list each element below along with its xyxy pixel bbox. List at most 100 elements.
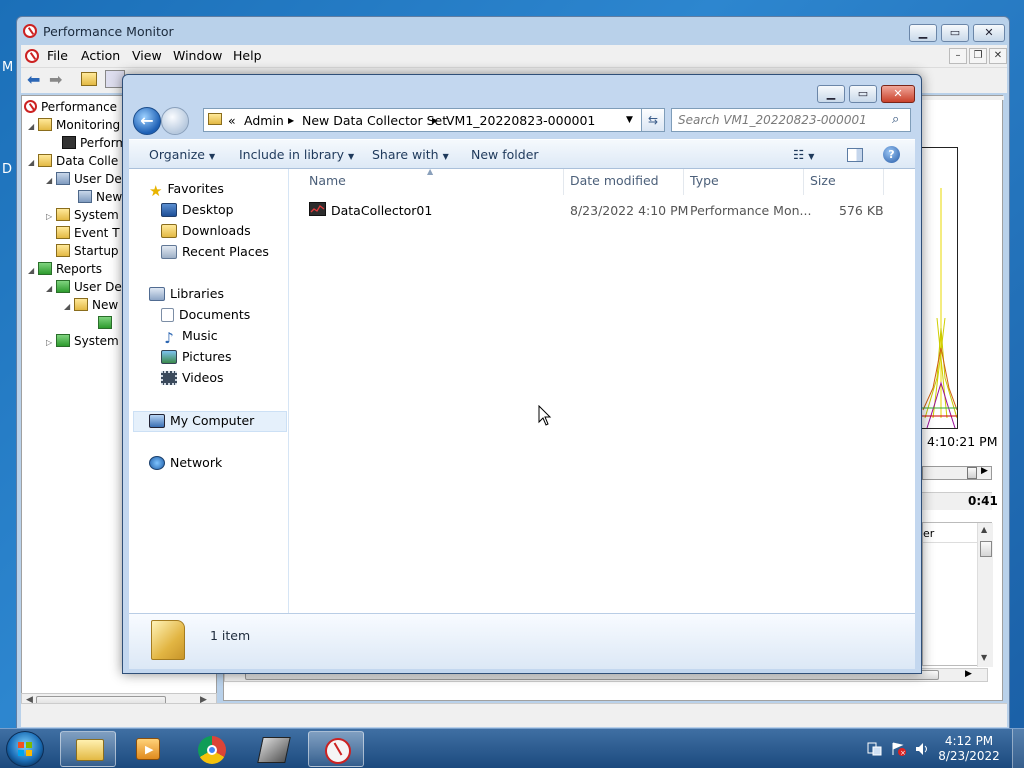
menu-view[interactable]: View <box>132 48 162 63</box>
tree-item-performance[interactable]: Performance <box>24 98 117 116</box>
tree-item-user-defined[interactable]: ◢ User De <box>46 170 122 188</box>
nav-videos[interactable]: Videos <box>161 368 224 388</box>
show-desktop-button[interactable] <box>1012 729 1024 768</box>
column-header-date-modified[interactable]: Date modified <box>564 169 684 195</box>
search-box[interactable]: ⌕ <box>671 108 911 132</box>
performance-monitor-icon <box>25 49 39 63</box>
tree-item-performance-monitor[interactable]: Perform <box>62 134 127 152</box>
taskbar-explorer[interactable] <box>60 731 116 767</box>
address-bar[interactable]: « Admin ▶ New Data Collector Set ▶ VM1_2… <box>203 108 665 132</box>
tree-item-reports-new[interactable]: ◢ New <box>64 296 118 314</box>
forward-button[interactable] <box>161 107 189 135</box>
mdi-minimize-button[interactable]: – <box>949 48 967 64</box>
tree-item-new-data-collector-set[interactable]: New <box>78 188 122 206</box>
tray-action-center-icon[interactable]: × <box>890 741 906 757</box>
tree-item-reports-user-defined[interactable]: ◢ User De <box>46 278 122 296</box>
report-icon <box>98 316 112 329</box>
nav-network[interactable]: Network <box>149 453 222 473</box>
scroll-right-icon[interactable]: ▶ <box>981 466 988 476</box>
star-icon: ★ <box>149 182 163 200</box>
maximize-button[interactable]: ▭ <box>941 24 969 42</box>
menu-window[interactable]: Window <box>173 48 222 63</box>
music-note-icon: ♪ <box>164 329 174 347</box>
address-dropdown-icon[interactable]: ▼ <box>626 115 633 125</box>
back-arrow-icon[interactable]: ⬅ <box>27 70 40 89</box>
folder-up-icon[interactable] <box>81 72 97 86</box>
search-icon[interactable]: ⌕ <box>892 112 899 127</box>
nav-recent-places[interactable]: Recent Places <box>161 242 269 262</box>
tray-volume-icon[interactable] <box>914 741 930 757</box>
column-header-type[interactable]: Type <box>684 169 804 195</box>
taskbar-chrome[interactable] <box>184 731 240 767</box>
column-header-name[interactable]: Name <box>303 169 564 195</box>
forward-arrow-icon[interactable]: ➡ <box>49 70 62 89</box>
folder-icon <box>56 244 70 257</box>
tree-item-startup[interactable]: Startup <box>56 242 119 260</box>
mdi-restore-button[interactable]: ❐ <box>969 48 987 64</box>
refresh-button[interactable]: ⇆ <box>641 108 665 132</box>
file-list: ▲ Name Date modified Type Size DataColle… <box>291 167 915 613</box>
table-row[interactable]: DataCollector01 8/23/2022 4:10 PM Perfor… <box>303 199 884 221</box>
nav-favorites[interactable]: ★ Favorites <box>149 179 224 200</box>
desktop-icon-label-fragment: M <box>2 60 14 75</box>
close-button[interactable]: ✕ <box>881 85 915 103</box>
videos-icon <box>161 371 177 385</box>
menu-file[interactable]: File <box>47 48 68 63</box>
breadcrumb-vm1-folder[interactable]: VM1_20220823-000001 <box>446 113 595 128</box>
breadcrumb-overflow[interactable]: « <box>228 113 236 128</box>
nav-downloads[interactable]: Downloads <box>161 221 251 241</box>
counter-column-header[interactable]: er <box>923 523 977 543</box>
scroll-right-icon[interactable]: ▶ <box>965 669 972 679</box>
taskbar-media-player[interactable]: ▶ <box>120 731 176 767</box>
back-button[interactable]: ← <box>133 107 161 135</box>
column-header-size[interactable]: Size <box>804 169 884 195</box>
minimize-button[interactable]: ▁ <box>817 85 845 103</box>
taskbar-tool[interactable] <box>246 731 302 767</box>
tree-item-system[interactable]: ▷ System <box>46 206 119 224</box>
menu-help[interactable]: Help <box>233 48 262 63</box>
search-input[interactable] <box>678 113 886 127</box>
performance-monitor-icon <box>23 24 37 38</box>
clock-time: 4:12 PM <box>944 734 994 748</box>
tree-item-report[interactable] <box>98 314 116 332</box>
nav-music[interactable]: ♪ Music <box>161 326 217 347</box>
menu-action[interactable]: Action <box>81 48 120 63</box>
scroll-down-icon[interactable]: ▼ <box>981 653 987 662</box>
scroll-thumb[interactable] <box>980 541 992 557</box>
new-folder-button[interactable]: New folder <box>471 147 539 162</box>
share-with-button[interactable]: Share with ▼ <box>372 147 449 162</box>
organize-button[interactable]: Organize ▼ <box>149 147 215 162</box>
maximize-button[interactable]: ▭ <box>849 85 877 103</box>
explorer-window[interactable]: ▁ ▭ ✕ ← « Admin ▶ New Data Collector Set… <box>122 74 922 674</box>
tree-item-data-collector-sets[interactable]: ◢ Data Colle <box>28 152 118 170</box>
breadcrumb-new-data-collector-set[interactable]: New Data Collector Set <box>302 113 447 128</box>
preview-pane-icon[interactable] <box>847 148 863 162</box>
taskbar-performance-monitor[interactable] <box>308 731 364 767</box>
tree-item-reports[interactable]: ◢ Reports <box>28 260 102 278</box>
start-button[interactable] <box>6 731 44 767</box>
nav-desktop[interactable]: Desktop <box>161 200 234 220</box>
counter-vertical-scrollbar[interactable]: ▲ ▼ <box>977 523 993 667</box>
tree-item-event-trace[interactable]: Event T <box>56 224 120 242</box>
title-bar[interactable]: Performance Monitor ▁ ▭ ✕ <box>17 17 1009 45</box>
tray-network-icon[interactable] <box>866 741 882 757</box>
nav-documents[interactable]: Documents <box>161 305 250 325</box>
tree-item-reports-system[interactable]: ▷ System <box>46 332 119 350</box>
include-in-library-button[interactable]: Include in library ▼ <box>239 147 354 162</box>
nav-my-computer[interactable]: My Computer <box>149 411 254 431</box>
minimize-button[interactable]: ▁ <box>909 24 937 42</box>
scroll-up-icon[interactable]: ▲ <box>981 525 987 534</box>
help-icon[interactable]: ? <box>883 146 900 163</box>
graph-timeline-scrollbar[interactable]: ▶ <box>922 466 992 480</box>
change-view-icon[interactable]: ☷ ▼ <box>793 147 814 162</box>
nav-libraries[interactable]: Libraries <box>149 284 224 304</box>
close-button[interactable]: ✕ <box>973 24 1005 42</box>
nav-pictures[interactable]: Pictures <box>161 347 232 367</box>
breadcrumb-admin[interactable]: Admin <box>244 113 284 128</box>
system-clock[interactable]: 4:12 PM 8/23/2022 <box>934 734 1004 764</box>
timeline-thumb[interactable] <box>967 467 977 479</box>
mdi-close-button[interactable]: ✕ <box>989 48 1007 64</box>
folder-icon <box>208 113 222 125</box>
tree-item-monitoring[interactable]: ◢ Monitoring <box>28 116 120 134</box>
file-date-modified: 8/23/2022 4:10 PM <box>570 203 689 218</box>
